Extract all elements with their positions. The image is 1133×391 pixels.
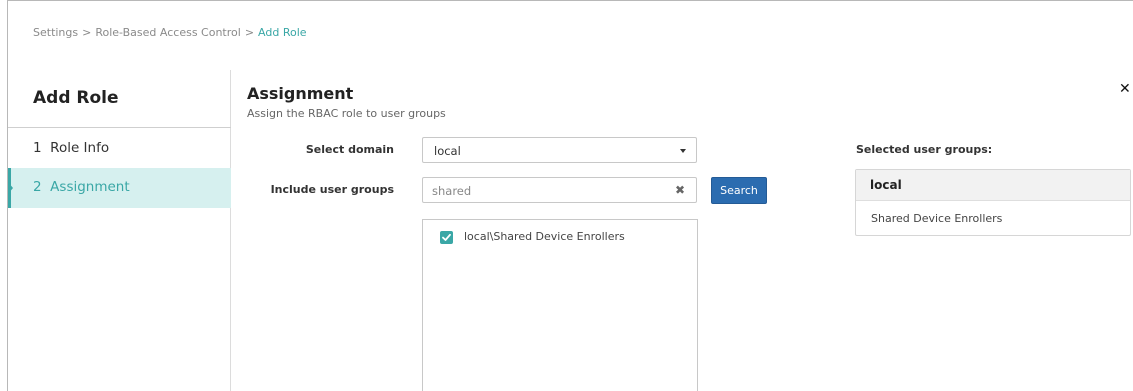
section-title: Assignment [247,84,354,103]
breadcrumb-separator: > [82,26,92,39]
sidebar-divider [8,127,231,128]
selected-groups-heading: Selected user groups: [856,143,993,156]
selected-groups-panel: local Shared Device Enrollers [855,169,1131,236]
clear-icon[interactable]: ✖ [675,183,685,197]
domain-select-value: local [434,144,461,158]
selected-domain-label: local [870,178,902,192]
breadcrumb-current: Add Role [258,26,307,39]
step-label: 2 Assignment [33,179,130,195]
section-subtitle: Assign the RBAC role to user groups [247,107,446,120]
sidebar-title: Add Role [33,88,119,108]
include-user-groups-label: Include user groups [270,183,394,196]
active-step-arrow-icon [8,182,13,194]
search-input-value: shared [432,184,472,198]
selected-group-item: Shared Device Enrollers [871,212,1003,225]
checkbox-checked-icon[interactable] [440,231,453,244]
wizard-sidebar: Add Role 1 Role Info 2 Assignment [8,70,231,391]
select-domain-label: Select domain [305,143,394,156]
domain-select[interactable]: local [422,137,697,163]
close-icon[interactable]: ✕ [1119,81,1131,97]
breadcrumb-settings[interactable]: Settings [33,26,78,39]
breadcrumb-rbac[interactable]: Role-Based Access Control [95,26,240,39]
list-item-label: local\Shared Device Enrollers [464,230,625,243]
selected-domain-header: local [856,170,1130,201]
breadcrumb-separator: > [244,26,255,39]
breadcrumb: Settings > Role-Based Access Control > Add R… [33,26,307,39]
sidebar-step-assignment[interactable]: 2 Assignment [8,168,231,208]
search-results-list: local\Shared Device Enrollers [422,219,698,391]
search-button[interactable]: Search [711,177,767,204]
sidebar-step-role-info[interactable]: 1 Role Info [8,129,231,169]
step-label: 1 Role Info [33,140,110,156]
user-group-search-input[interactable]: shared ✖ [422,177,697,203]
chevron-down-icon [680,149,686,153]
